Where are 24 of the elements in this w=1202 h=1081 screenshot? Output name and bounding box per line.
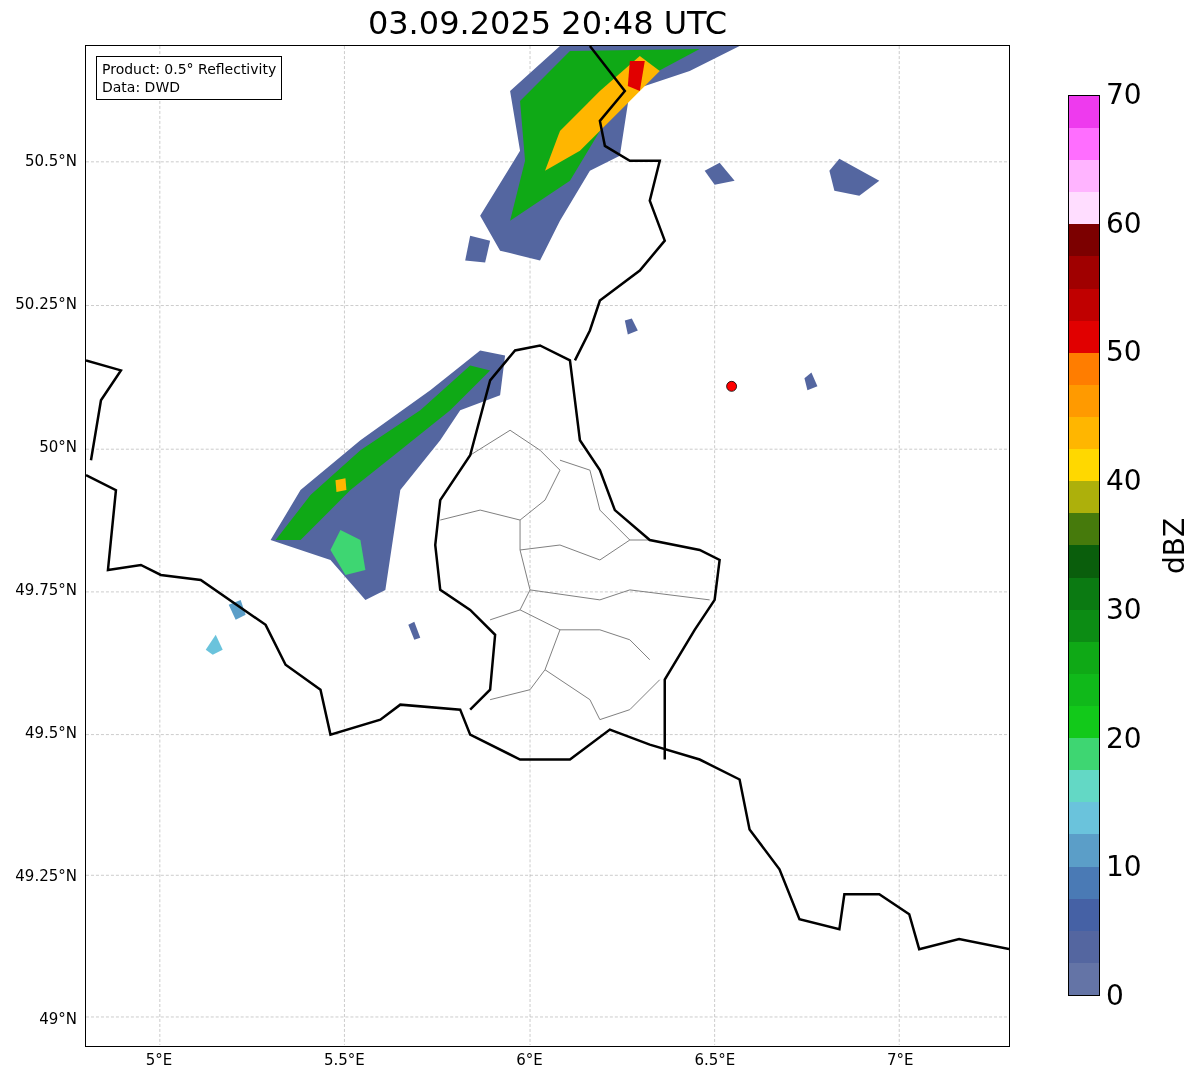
latitude-label: 50°N [39,438,77,456]
latitude-label: 49.75°N [15,581,77,599]
latitude-label: 50.5°N [24,152,77,170]
colorbar-tick-label: 40 [1106,466,1142,497]
longitude-label: 7°E [886,1051,914,1069]
latitude-label: 49°N [39,1010,77,1028]
chart-title: 03.09.2025 20:48 UTC [367,2,728,43]
latitude-label: 49.5°N [24,724,77,742]
legend-text: Product: 0.5° Reflectivity [102,60,277,78]
colorbar-tick-label: 10 [1106,852,1142,883]
colorbar-tick-label: 60 [1106,208,1142,239]
colorbar-tick-label: 30 [1106,594,1142,625]
colorbar-tick-label: 0 [1106,981,1124,1011]
colorbar-tick-label: 50 [1106,337,1142,368]
colorbar-tick-label: 20 [1106,723,1142,754]
longitude-label: 6°E [516,1051,543,1069]
longitude-label: 5.5°E [323,1051,365,1069]
latitude-label: 50.25°N [15,295,77,313]
latitude-label: 49.25°N [15,867,77,885]
colorbar-axis-label: dBZ [1160,517,1190,574]
longitude-label: 5°E [145,1051,173,1069]
colorbar-tick-label: 70 [1106,80,1142,110]
longitude-label: 6.5°E [694,1051,736,1069]
legend-text: Data: DWD [102,78,181,96]
